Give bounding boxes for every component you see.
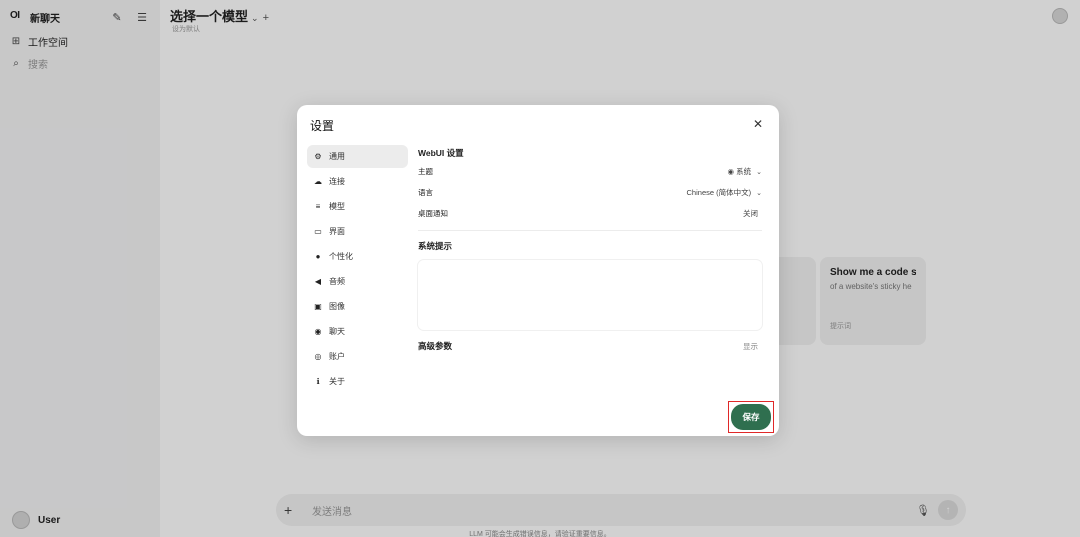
save-button[interactable]: 保存 bbox=[731, 404, 771, 430]
gear-icon: ⚙ bbox=[314, 152, 322, 161]
nav-item-about[interactable]: ℹ 关于 bbox=[307, 370, 408, 393]
nav-item-label: 模型 bbox=[329, 202, 345, 211]
modal-title: 设置 bbox=[310, 119, 335, 133]
info-icon: ℹ bbox=[316, 377, 320, 386]
save-highlight: 保存 bbox=[728, 401, 774, 433]
nav-item-chats[interactable]: ◉ 聊天 bbox=[307, 320, 408, 343]
nav-item-label: 聊天 bbox=[329, 327, 345, 336]
nav-item-models[interactable]: ≡ 模型 bbox=[307, 195, 408, 218]
theme-row: 主题 ◉ 系统 ⌄ bbox=[418, 166, 762, 177]
person-icon: ● bbox=[315, 252, 321, 261]
nav-item-audio[interactable]: ◀ 音频 bbox=[307, 270, 408, 293]
cloud-icon: ☁ bbox=[314, 177, 322, 186]
nav-item-connections[interactable]: ☁ 连接 bbox=[307, 170, 408, 193]
chat-bubble-icon: ◉ bbox=[314, 327, 322, 336]
notification-toggle[interactable]: 关闭 bbox=[743, 208, 758, 219]
nav-item-label: 界面 bbox=[329, 227, 345, 236]
database-icon: ≡ bbox=[315, 202, 321, 211]
advanced-params-toggle[interactable]: 显示 bbox=[743, 341, 758, 352]
nav-item-interface[interactable]: ▭ 界面 bbox=[307, 220, 408, 243]
theme-value: 系统 bbox=[736, 167, 752, 176]
divider bbox=[418, 230, 762, 231]
theme-label: 主题 bbox=[418, 167, 433, 176]
settings-content: WebUI 设置 主题 ◉ 系统 ⌄ 语言 Chinese (简体中文) ⌄ 桌面通… bbox=[418, 145, 762, 352]
section-title: WebUI 设置 bbox=[418, 148, 464, 158]
theme-icon: ◉ bbox=[727, 167, 737, 176]
language-label: 语言 bbox=[418, 188, 433, 197]
chevron-down-icon: ⌄ bbox=[756, 190, 762, 197]
monitor-icon: ▭ bbox=[314, 227, 322, 236]
nav-item-images[interactable]: ▣ 图像 bbox=[307, 295, 408, 318]
theme-select[interactable]: ◉ 系统 ⌄ bbox=[727, 166, 762, 177]
language-value: Chinese (简体中文) bbox=[686, 188, 752, 197]
speaker-icon: ◀ bbox=[314, 277, 322, 286]
settings-nav: ⚙ 通用 ☁ 连接 ≡ 模型 ▭ 界面 ● 个性化 ◀ 音频 ▣ 图像 ◉ 聊天 bbox=[307, 145, 408, 395]
advanced-params-row: 高级参数 显示 bbox=[418, 340, 762, 352]
system-prompt-label: 系统提示 bbox=[418, 241, 453, 251]
image-icon: ▣ bbox=[314, 302, 322, 311]
notification-row: 桌面通知 关闭 bbox=[418, 208, 762, 219]
nav-item-personalization[interactable]: ● 个性化 bbox=[307, 245, 408, 268]
nav-item-label: 音频 bbox=[329, 277, 345, 286]
chevron-down-icon: ⌄ bbox=[756, 169, 762, 176]
nav-item-label: 通用 bbox=[329, 152, 345, 161]
advanced-params-label: 高级参数 bbox=[418, 341, 453, 351]
system-prompt-textarea[interactable] bbox=[418, 260, 762, 330]
nav-item-label: 图像 bbox=[329, 302, 345, 311]
nav-item-label: 连接 bbox=[329, 177, 345, 186]
language-row: 语言 Chinese (简体中文) ⌄ bbox=[418, 187, 762, 198]
close-icon[interactable]: ✕ bbox=[751, 117, 765, 131]
settings-modal: 设置 ✕ ⚙ 通用 ☁ 连接 ≡ 模型 ▭ 界面 ● 个性化 ◀ 音频 ▣ 图像 bbox=[297, 105, 779, 436]
notification-label: 桌面通知 bbox=[418, 209, 448, 218]
nav-item-general[interactable]: ⚙ 通用 bbox=[307, 145, 408, 168]
nav-item-label: 关于 bbox=[329, 377, 345, 386]
nav-item-label: 账户 bbox=[329, 352, 345, 361]
nav-item-account[interactable]: ◎ 账户 bbox=[307, 345, 408, 368]
nav-item-label: 个性化 bbox=[329, 252, 353, 261]
language-select[interactable]: Chinese (简体中文) ⌄ bbox=[687, 187, 762, 198]
user-circle-icon: ◎ bbox=[314, 352, 322, 361]
